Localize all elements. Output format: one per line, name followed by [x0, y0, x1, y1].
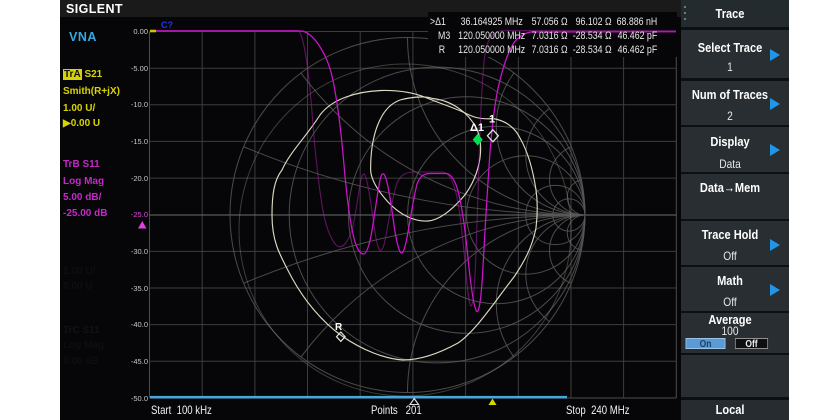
- svg-text:1: 1: [489, 114, 495, 126]
- svg-text:Δ1: Δ1: [470, 122, 484, 134]
- svg-text:R: R: [335, 322, 343, 333]
